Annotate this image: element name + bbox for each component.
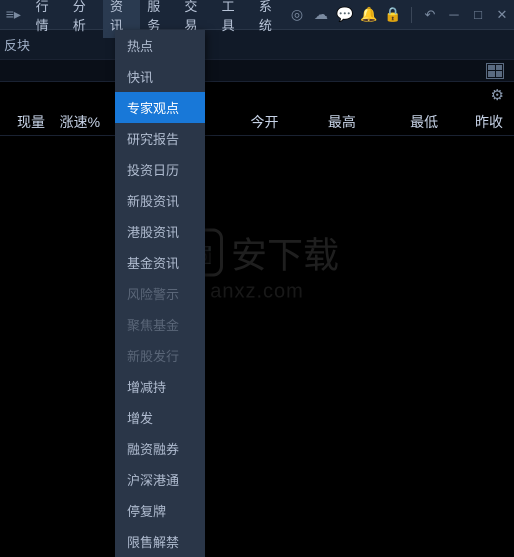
settings-icon[interactable]: ⚙ (491, 86, 504, 104)
titlebar: ≡▸ 行情 分析 资讯 服务 交易 工具 系统 ◎ ☁ 💬 🔔 🔒 ↶ － □ … (0, 0, 514, 30)
dropdown-item-7[interactable]: 基金资讯 (115, 247, 205, 278)
minimize-button[interactable]: － (446, 7, 462, 23)
back-icon[interactable]: ↶ (422, 7, 438, 23)
dropdown-item-1[interactable]: 快讯 (115, 61, 205, 92)
col-high[interactable]: 最高 (299, 112, 384, 132)
dropdown-item-6[interactable]: 港股资讯 (115, 216, 205, 247)
menu-analysis[interactable]: 分析 (66, 0, 103, 38)
toolbar-tertiary: ⚙ (0, 82, 514, 108)
menu-toggle-icon[interactable]: ≡▸ (4, 6, 23, 23)
breadcrumb-label: 反块 (4, 35, 30, 54)
menu-tools[interactable]: 工具 (215, 0, 252, 38)
dropdown-item-5[interactable]: 新股资讯 (115, 185, 205, 216)
dropdown-item-11[interactable]: 增减持 (115, 371, 205, 402)
table-header-row: 现量 涨速% 今开 最高 最低 昨收 (0, 108, 514, 136)
dropdown-item-8: 风险警示 (115, 278, 205, 309)
close-button[interactable]: ✕ (494, 7, 510, 23)
dropdown-item-12[interactable]: 增发 (115, 402, 205, 433)
titlebar-right: ◎ ☁ 💬 🔔 🔒 ↶ － □ ✕ (289, 7, 510, 23)
menu-quotes[interactable]: 行情 (29, 0, 66, 38)
col-open[interactable]: 今开 (230, 112, 300, 132)
dropdown-item-3[interactable]: 研究报告 (115, 123, 205, 154)
separator (411, 7, 412, 23)
bell-icon[interactable]: 🔔 (361, 7, 377, 23)
watermark-title: 安下载 (231, 226, 339, 278)
dropdown-item-13[interactable]: 融资融券 (115, 433, 205, 464)
col-speed[interactable]: 涨速% (50, 112, 110, 132)
col-volume[interactable]: 现量 (0, 112, 50, 132)
maximize-button[interactable]: □ (470, 7, 486, 23)
lock-icon[interactable]: 🔒 (385, 7, 401, 23)
dropdown-item-4[interactable]: 投资日历 (115, 154, 205, 185)
grid-view-icon[interactable] (486, 63, 504, 79)
news-dropdown-menu: 热点快讯专家观点研究报告投资日历新股资讯港股资讯基金资讯风险警示聚焦基金新股发行… (115, 30, 205, 557)
dropdown-item-0[interactable]: 热点 (115, 30, 205, 61)
col-low[interactable]: 最低 (384, 112, 464, 132)
toolbar-secondary (0, 60, 514, 82)
globe-icon[interactable]: ◎ (289, 7, 305, 23)
dropdown-item-2[interactable]: 专家观点 (115, 92, 205, 123)
dropdown-item-10: 新股发行 (115, 340, 205, 371)
dropdown-item-14[interactable]: 沪深港通 (115, 464, 205, 495)
chat-icon[interactable]: 💬 (337, 7, 353, 23)
cloud-icon[interactable]: ☁ (313, 7, 329, 23)
dropdown-item-9: 聚焦基金 (115, 309, 205, 340)
dropdown-item-16[interactable]: 限售解禁 (115, 526, 205, 557)
dropdown-item-15[interactable]: 停复牌 (115, 495, 205, 526)
col-prevclose[interactable]: 昨收 (464, 112, 514, 132)
menu-system[interactable]: 系统 (252, 0, 289, 38)
